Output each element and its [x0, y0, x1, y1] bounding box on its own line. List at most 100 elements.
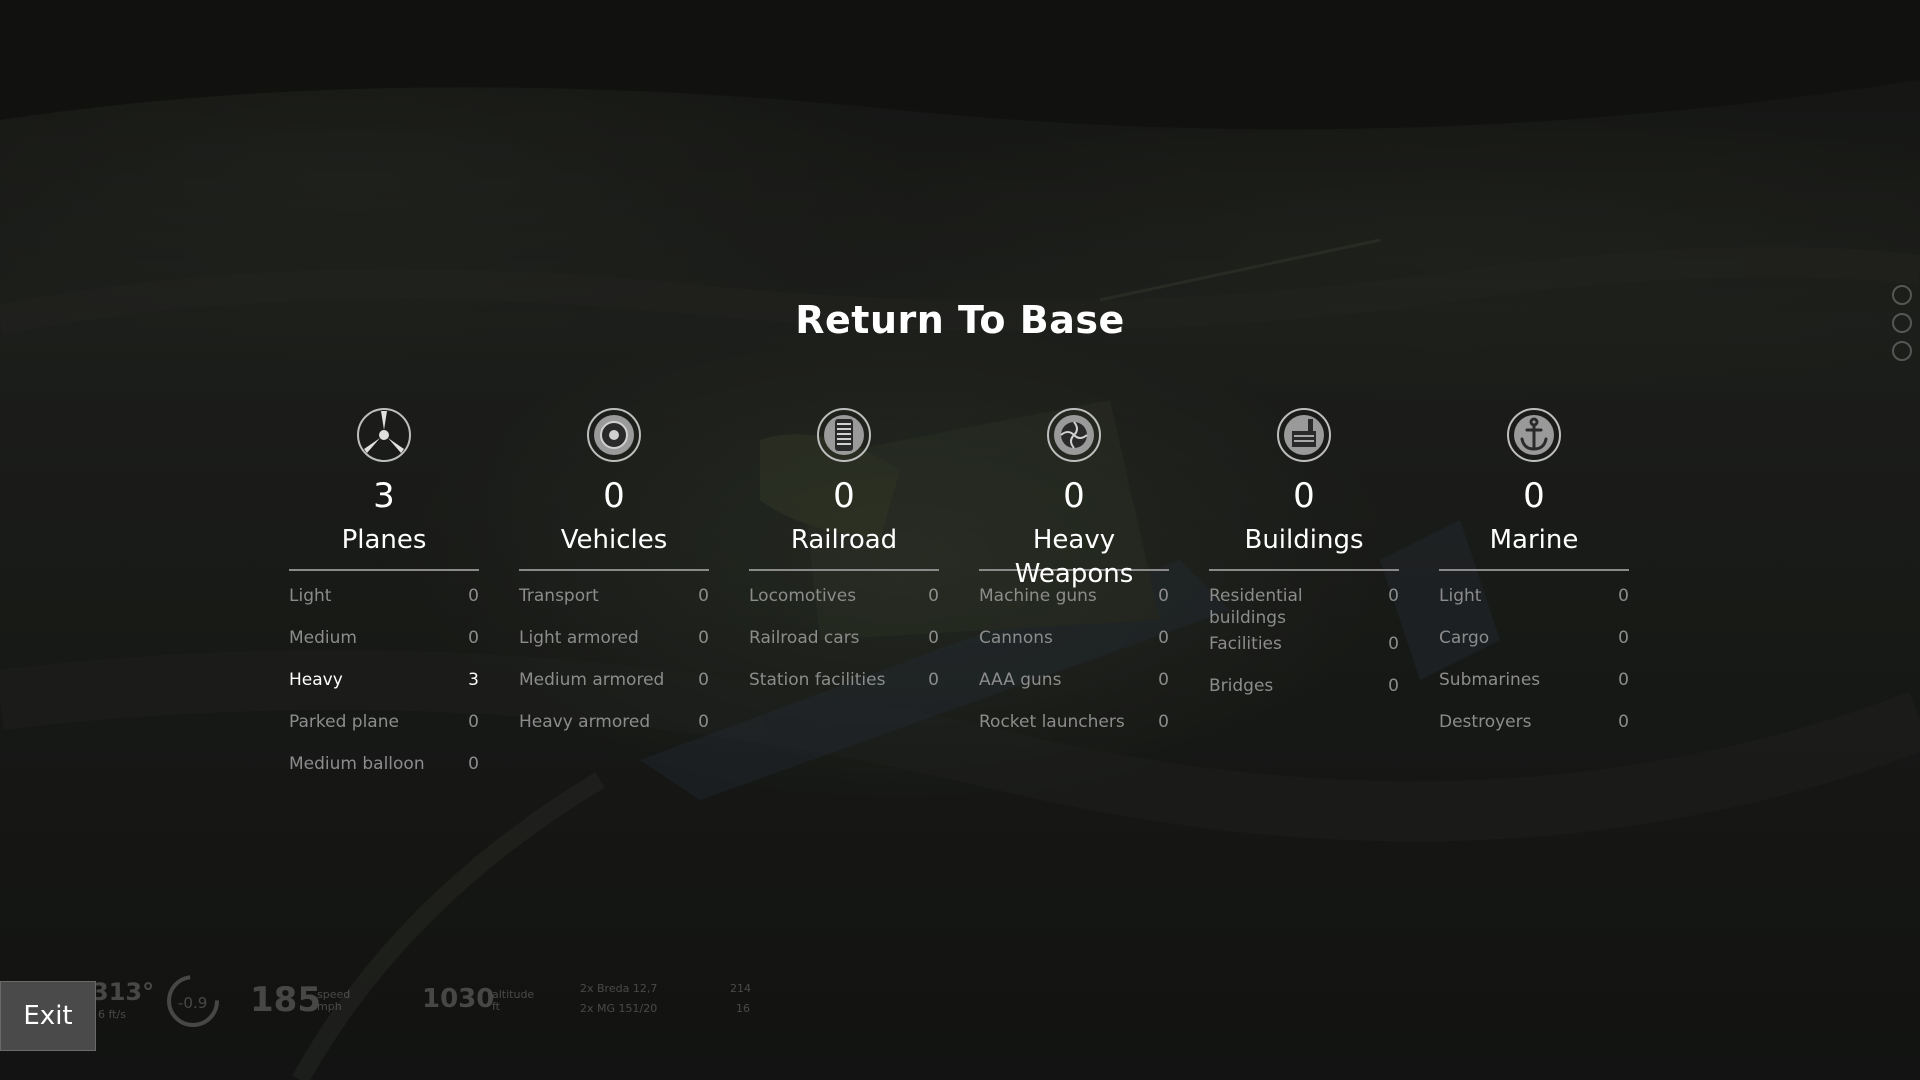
category-heavy-weapons: 0 Heavy Weapons Machine guns 0 Cannons 0 A… — [979, 405, 1169, 749]
stat-value: 0 — [928, 628, 939, 648]
weapon-name: 2x Breda 12,7 — [580, 982, 658, 995]
stat-value: 0 — [468, 628, 479, 648]
category-count: 0 — [833, 476, 855, 516]
stat-value: 0 — [1388, 586, 1399, 606]
heading-readout: 313° — [92, 978, 155, 1006]
stat-row: Rocket launchers 0 — [979, 707, 1169, 749]
stat-row: Railroad cars 0 — [749, 623, 939, 665]
stat-value: 0 — [1618, 586, 1629, 606]
stat-label: Medium armored — [519, 670, 665, 690]
stat-label: Heavy armored — [519, 712, 651, 732]
gun-barrel-icon — [1047, 408, 1101, 462]
stat-row: Parked plane 0 — [289, 707, 479, 749]
anchor-icon — [1507, 408, 1561, 462]
stat-label: Heavy — [289, 670, 343, 690]
stat-value: 0 — [1388, 676, 1399, 696]
weapon-name: 2x MG 151/20 — [580, 1002, 658, 1015]
stat-row: Light armored 0 — [519, 623, 709, 665]
stat-label: AAA guns — [979, 670, 1062, 690]
stat-value: 0 — [468, 712, 479, 732]
divider — [749, 569, 939, 571]
gauge-readout: -0.9 — [178, 994, 208, 1012]
stat-label: Light armored — [519, 628, 639, 648]
stat-label: Medium balloon — [289, 754, 425, 774]
stat-row: Bridges 0 — [1209, 671, 1399, 713]
category-name: Heavy Weapons — [1014, 525, 1134, 589]
stat-row: Light 0 — [289, 581, 479, 623]
category-name: Planes — [341, 525, 427, 555]
stat-label: Station facilities — [749, 670, 886, 690]
stat-label: Light — [1439, 586, 1482, 606]
stat-value: 0 — [1618, 712, 1629, 732]
stat-value: 0 — [1158, 712, 1169, 732]
stat-value: 0 — [1618, 670, 1629, 690]
altitude-readout: 1030 — [422, 984, 495, 1014]
stat-value: 0 — [928, 670, 939, 690]
stat-row: Heavy armored 0 — [519, 707, 709, 749]
stat-label: Transport — [519, 586, 599, 606]
stat-label: Railroad cars — [749, 628, 860, 648]
stat-row: Light 0 — [1439, 581, 1629, 623]
stat-value: 0 — [698, 628, 709, 648]
stat-value: 0 — [1158, 628, 1169, 648]
stat-row: Medium armored 0 — [519, 665, 709, 707]
category-name: Railroad — [790, 525, 898, 555]
railroad-icon — [817, 408, 871, 462]
category-count: 3 — [373, 476, 395, 516]
stat-row: Facilities 0 — [1209, 629, 1399, 671]
stat-label: Destroyers — [1439, 712, 1532, 732]
stat-label: Bridges — [1209, 676, 1274, 696]
stat-label: Facilities — [1209, 634, 1282, 654]
stat-row: Medium 0 — [289, 623, 479, 665]
stat-value: 0 — [698, 586, 709, 606]
stat-row: Transport 0 — [519, 581, 709, 623]
stat-label: Residential buildings — [1209, 586, 1303, 628]
propeller-icon — [357, 408, 411, 462]
category-name: Buildings — [1244, 525, 1364, 555]
category-count: 0 — [603, 476, 625, 516]
stat-label: Medium — [289, 628, 357, 648]
category-count: 0 — [1063, 476, 1085, 516]
category-count: 0 — [1293, 476, 1315, 516]
category-count: 0 — [1523, 476, 1545, 516]
stat-label: Parked plane — [289, 712, 399, 732]
altitude-unit: ft — [492, 1000, 500, 1013]
category-name: Vehicles — [560, 525, 668, 555]
exit-button[interactable]: Exit — [0, 981, 96, 1051]
category-railroad: 0 Railroad Locomotives 0 Railroad cars 0 S… — [749, 405, 939, 707]
speed-readout: 185 — [250, 980, 321, 1020]
stat-value: 0 — [468, 586, 479, 606]
vehicle-wheel-icon — [587, 408, 641, 462]
stat-value: 0 — [1388, 634, 1399, 654]
screen-title: Return To Base — [795, 298, 1125, 342]
stat-label: Light — [289, 586, 332, 606]
divider — [1209, 569, 1399, 571]
stat-value: 0 — [928, 586, 939, 606]
stat-label: Cargo — [1439, 628, 1490, 648]
stat-value: 0 — [1158, 586, 1169, 606]
stat-row: Cargo 0 — [1439, 623, 1629, 665]
divider — [289, 569, 479, 571]
category-planes: 3 Planes Light 0 Medium 0 Heavy 3 Parked pl… — [289, 405, 479, 791]
indicator-icon — [1892, 341, 1912, 361]
divider — [1439, 569, 1629, 571]
stat-label: Locomotives — [749, 586, 857, 606]
stat-row: Submarines 0 — [1439, 665, 1629, 707]
stat-row: Station facilities 0 — [749, 665, 939, 707]
category-buildings: 0 Buildings Residential buildings 0 Facil… — [1209, 405, 1399, 713]
divider — [519, 569, 709, 571]
stat-label: Cannons — [979, 628, 1053, 648]
stat-value: 0 — [698, 712, 709, 732]
stat-value: 0 — [1618, 628, 1629, 648]
stat-row: Destroyers 0 — [1439, 707, 1629, 749]
category-marine: 0 Marine Light 0 Cargo 0 Submarines 0 Destr… — [1439, 405, 1629, 749]
stat-label: Submarines — [1439, 670, 1541, 690]
category-vehicles: 0 Vehicles Transport 0 Light armored 0 Med… — [519, 405, 709, 749]
stat-row: AAA guns 0 — [979, 665, 1169, 707]
stat-label: Machine guns — [979, 586, 1097, 606]
stat-value: 3 — [468, 670, 479, 690]
stat-row: Cannons 0 — [979, 623, 1169, 665]
stat-row: Machine guns 0 — [979, 581, 1169, 623]
flight-hud: 313° 6 ft/s -0.9 185 speed mph 1030 alti… — [60, 970, 780, 1040]
stat-row: Residential buildings 0 — [1209, 581, 1399, 629]
